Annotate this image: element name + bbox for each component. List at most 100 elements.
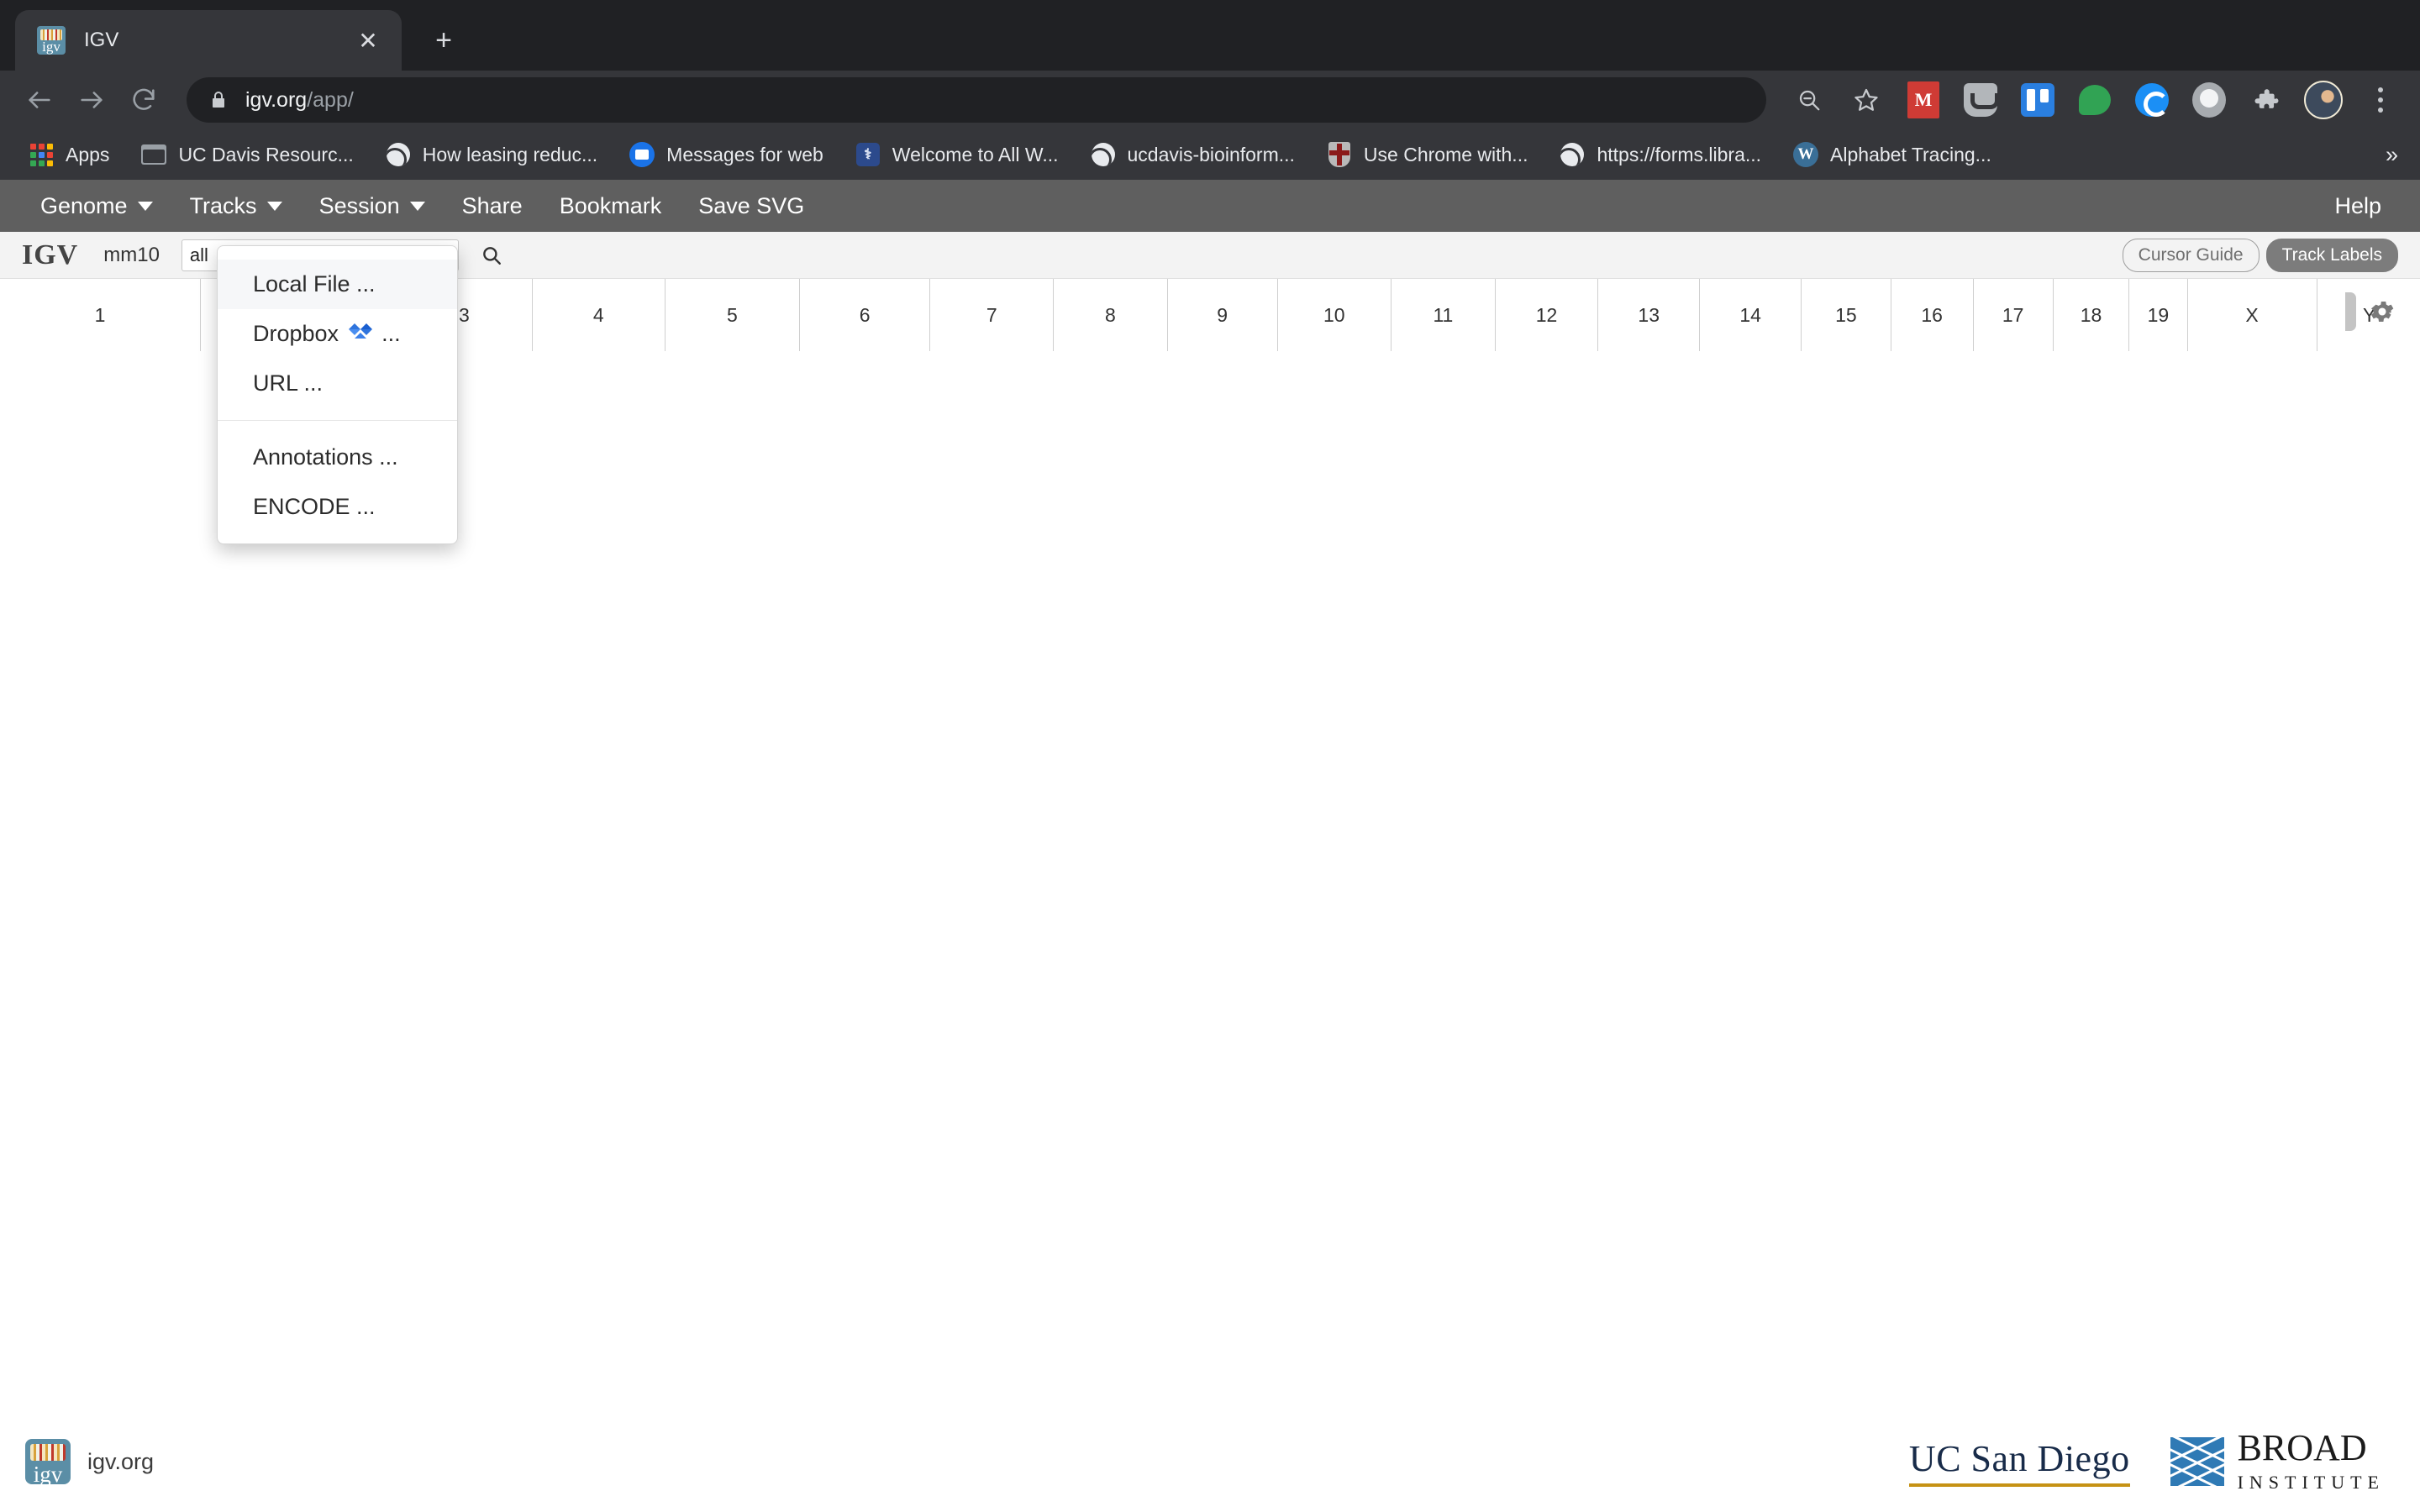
bookmark-label: Alphabet Tracing... (1830, 144, 1991, 166)
chromosome-cell-8[interactable]: 8 (1054, 279, 1167, 351)
broad-name: BROAD (2238, 1430, 2385, 1467)
igv-site-label: igv.org (87, 1449, 154, 1475)
chromosome-cell-12[interactable]: 12 (1496, 279, 1598, 351)
menu-item-url[interactable]: URL ... (218, 359, 457, 408)
chromosome-label: X (2245, 304, 2258, 327)
chromosome-label: 4 (593, 304, 604, 327)
nav-menu-bookmark[interactable]: Bookmark (541, 180, 681, 232)
nav-menu-help[interactable]: Help (2334, 193, 2398, 219)
chromosome-label: 5 (727, 304, 738, 327)
bookmark-star-icon[interactable] (1840, 74, 1892, 126)
apps-grid-icon (29, 142, 54, 167)
menu-item-encode[interactable]: ENCODE ... (218, 482, 457, 532)
locus-bar-toggles: Cursor Guide Track Labels (2123, 239, 2398, 272)
nav-menu-share[interactable]: Share (444, 180, 541, 232)
chromosome-cell-9[interactable]: 9 (1168, 279, 1278, 351)
gray-circle-extension-icon[interactable] (2183, 74, 2235, 126)
profile-avatar[interactable] (2297, 74, 2349, 126)
bookmark-label: Messages for web (666, 144, 823, 166)
nav-menu-save-svg[interactable]: Save SVG (680, 180, 823, 232)
chromosome-cell-5[interactable]: 5 (666, 279, 800, 351)
chromosome-cell-11[interactable]: 11 (1392, 279, 1496, 351)
chevron-down-icon (267, 202, 282, 211)
bookmark-how-leasing-reduces[interactable]: How leasing reduc... (376, 135, 608, 174)
bookmark-forms-library[interactable]: https://forms.libra... (1549, 135, 1771, 174)
chromosome-cell-1[interactable]: 1 (0, 279, 201, 351)
genome-id-label: mm10 (103, 244, 160, 267)
menu-item-local-file[interactable]: Local File ... (218, 260, 457, 309)
trello-extension-icon[interactable] (2012, 74, 2064, 126)
bookmark-label: Apps (66, 144, 109, 166)
chromosome-label: 16 (1921, 304, 1943, 327)
pocket-extension-icon[interactable] (1954, 74, 2007, 126)
dropbox-icon (349, 323, 372, 344)
chromosome-label: 9 (1217, 304, 1228, 327)
back-arrow-icon[interactable] (13, 74, 66, 126)
nav-label: Share (462, 193, 523, 219)
search-icon[interactable] (481, 244, 502, 266)
track-labels-toggle[interactable]: Track Labels (2266, 239, 2398, 272)
reload-icon[interactable] (118, 74, 170, 126)
tracks-dropdown-menu: Local File ... Dropbox ... URL ... Annot… (217, 245, 458, 544)
grammarly-extension-icon[interactable] (2126, 74, 2178, 126)
footer-logos: UC San Diego BROAD INSTITUTE (1909, 1430, 2385, 1494)
green-bubble-extension-icon[interactable] (2069, 74, 2121, 126)
bookmarks-bar: Apps UC Davis Resourc... How leasing red… (0, 129, 2420, 180)
nav-menu-session[interactable]: Session (301, 180, 444, 232)
bookmarks-overflow-button[interactable]: » (2386, 142, 2398, 168)
browser-window: IGV ✕ + igv.org/app/ M (0, 0, 2420, 1512)
nav-menu-tracks[interactable]: Tracks (171, 180, 301, 232)
bookmark-welcome-to-all-w[interactable]: ⚕ Welcome to All W... (845, 135, 1069, 174)
bookmark-label: How leasing reduc... (423, 144, 597, 166)
bookmark-label: Welcome to All W... (892, 144, 1059, 166)
shield-crest-icon (1327, 142, 1352, 167)
menu-item-dropbox[interactable]: Dropbox ... (218, 309, 457, 359)
chromosome-cell-6[interactable]: 6 (800, 279, 931, 351)
puzzle-extensions-icon[interactable] (2240, 74, 2292, 126)
bookmark-uc-davis-resources[interactable]: UC Davis Resourc... (131, 135, 363, 174)
wordpress-icon: W (1793, 142, 1818, 167)
chromosome-cell-7[interactable]: 7 (930, 279, 1054, 351)
menu-item-label: Dropbox (253, 321, 339, 346)
chromosome-cell-19[interactable]: 19 (2129, 279, 2187, 351)
chromosome-cell-14[interactable]: 14 (1700, 279, 1802, 351)
igv-wordmark: IGV (22, 239, 78, 271)
chromosome-cell-10[interactable]: 10 (1278, 279, 1392, 351)
browser-tab[interactable]: IGV ✕ (15, 10, 402, 71)
close-icon[interactable]: ✕ (351, 24, 385, 57)
forward-arrow-icon[interactable] (66, 74, 118, 126)
chromosome-cell-13[interactable]: 13 (1598, 279, 1700, 351)
globe-icon (1091, 142, 1116, 167)
chevron-down-icon (138, 202, 153, 211)
messages-icon (629, 142, 655, 167)
bookmark-ucdavis-bioinformatics[interactable]: ucdavis-bioinform... (1081, 135, 1305, 174)
cursor-guide-toggle[interactable]: Cursor Guide (2123, 239, 2260, 272)
chromosome-cell-15[interactable]: 15 (1802, 279, 1891, 351)
chromosome-label: 10 (1323, 304, 1345, 327)
bookmark-apps[interactable]: Apps (18, 135, 119, 174)
chromosome-label: 17 (2002, 304, 2024, 327)
mendeley-extension-icon[interactable]: M (1897, 74, 1949, 126)
zoom-out-icon[interactable] (1783, 74, 1835, 126)
drag-handle[interactable] (2345, 292, 2356, 331)
igv-logo-icon (25, 1439, 71, 1484)
bookmark-alphabet-tracing[interactable]: W Alphabet Tracing... (1783, 135, 2002, 174)
menu-item-annotations[interactable]: Annotations ... (218, 433, 457, 482)
bookmark-messages-for-web[interactable]: Messages for web (619, 135, 834, 174)
track-controls (2345, 292, 2396, 331)
chromosome-cell-17[interactable]: 17 (1974, 279, 2054, 351)
bookmark-label: Use Chrome with... (1364, 144, 1528, 166)
gear-icon[interactable] (2368, 297, 2396, 326)
address-bar[interactable]: igv.org/app/ (187, 77, 1766, 123)
nav-menu-genome[interactable]: Genome (22, 180, 171, 232)
broad-institute-logo: BROAD INSTITUTE (2170, 1430, 2385, 1494)
igv-site-link[interactable]: igv.org (25, 1439, 154, 1484)
bookmark-use-chrome-with[interactable]: Use Chrome with... (1317, 135, 1539, 174)
chromosome-cell-18[interactable]: 18 (2054, 279, 2130, 351)
chromosome-label: 15 (1835, 304, 1857, 327)
new-tab-button[interactable]: + (420, 17, 467, 64)
chromosome-cell-4[interactable]: 4 (533, 279, 666, 351)
chrome-menu-icon[interactable] (2354, 74, 2407, 126)
chromosome-cell-X[interactable]: X (2188, 279, 2317, 351)
chromosome-cell-16[interactable]: 16 (1891, 279, 1974, 351)
